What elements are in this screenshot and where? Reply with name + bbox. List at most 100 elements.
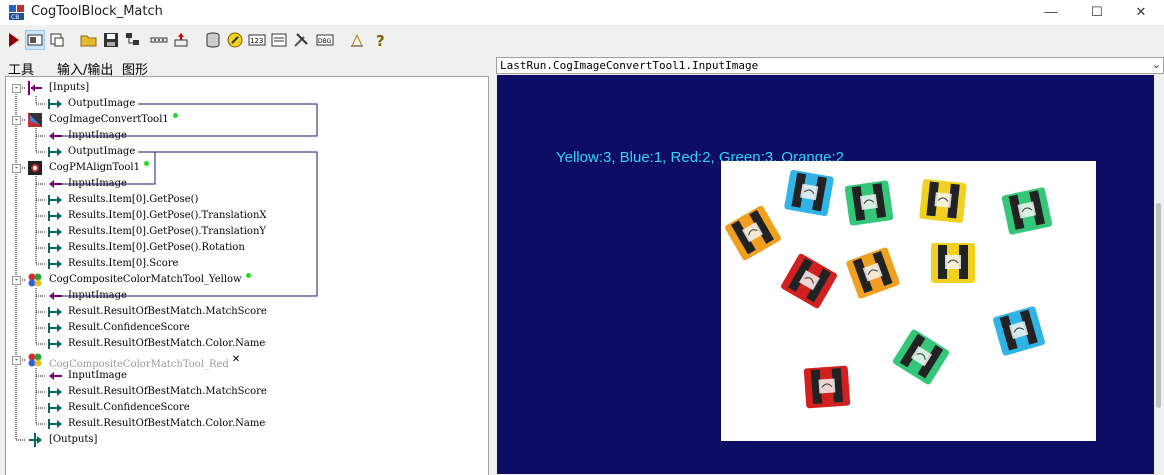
tree-tool-node[interactable]: CogImageConvertTool1 — [49, 112, 178, 128]
status-disabled-icon: ✕ — [231, 354, 241, 365]
tree-node-label: CogImageConvertTool1 — [49, 114, 169, 125]
tree-tool-node[interactable]: CogCompositeColorMatchTool_Red ✕ — [49, 352, 241, 370]
tree-node-label: Result.ResultOfBestMatch.MatchScore — [68, 386, 267, 397]
measure-icon[interactable] — [348, 31, 366, 49]
output-terminal-icon — [48, 323, 62, 333]
tree-node-label: OutputImage — [68, 146, 136, 157]
tree-node-label: OutputImage — [68, 98, 136, 109]
outputs-icon — [29, 433, 42, 447]
fuse-blob — [1001, 187, 1053, 235]
tree-output-terminal[interactable]: Result.ResultOfBestMatch.MatchScore — [68, 384, 267, 400]
display-record-label: LastRun.CogImageConvertTool1.InputImage — [500, 59, 759, 72]
image-area — [721, 161, 1096, 441]
maximize-button[interactable]: ☐ — [1074, 0, 1120, 25]
color-match-tool-icon — [28, 353, 42, 367]
pm-align-tool-icon — [28, 161, 42, 175]
tree-input-terminal[interactable]: InputImage — [68, 368, 127, 384]
tree-output-terminal[interactable]: Result.ResultOfBestMatch.MatchScore — [68, 304, 267, 320]
input-terminal-icon — [49, 180, 62, 188]
output-terminal-icon — [48, 195, 62, 205]
tree-output-terminal[interactable]: OutputImage — [68, 144, 135, 160]
collapse-toggle[interactable]: - — [12, 276, 21, 285]
tree-output-terminal[interactable]: Results.Item[0].Score — [68, 256, 178, 272]
image-convert-tool-icon — [28, 113, 42, 127]
tree-node-label: [Inputs] — [49, 82, 90, 93]
tree-folder-node[interactable]: [Outputs] — [49, 432, 97, 448]
fuse-blob — [803, 365, 851, 409]
tree-output-terminal[interactable]: Result.ResultOfBestMatch.Color.Name — [68, 416, 265, 432]
run-icon[interactable] — [4, 31, 22, 49]
display-selector[interactable]: LastRun.CogImageConvertTool1.InputImage … — [496, 57, 1164, 74]
tree-folder-node[interactable]: [Inputs] — [49, 80, 89, 96]
fuse-blob — [919, 179, 967, 223]
scroll-thumb[interactable] — [1156, 203, 1161, 408]
tree-input-terminal[interactable]: InputImage — [68, 176, 127, 192]
tree-node-label: InputImage — [68, 178, 127, 189]
tree-output-terminal[interactable]: Results.Item[0].GetPose().TranslationY — [68, 224, 266, 240]
window-icon[interactable] — [48, 31, 66, 49]
debug-icon[interactable]: DBG — [316, 31, 334, 49]
tree-input-terminal[interactable]: InputImage — [68, 128, 127, 144]
help-icon[interactable]: ? — [372, 31, 390, 49]
input-terminal-icon — [49, 132, 62, 140]
open-folder-icon[interactable] — [80, 31, 98, 49]
tree-node-label: Result.ConfidenceScore — [68, 322, 190, 333]
collapse-toggle[interactable]: - — [12, 164, 21, 173]
tree-node-label: CogCompositeColorMatchTool_Yellow — [49, 274, 242, 285]
input-terminal-icon — [49, 292, 62, 300]
tree-input-terminal[interactable]: InputImage — [68, 288, 127, 304]
database-icon[interactable] — [204, 31, 222, 49]
tree-output-terminal[interactable]: Result.ConfidenceScore — [68, 400, 190, 416]
tab-bar: 工具 输入/输出 图形 — [0, 57, 495, 79]
collapse-toggle[interactable]: - — [12, 116, 21, 125]
image-display[interactable]: Yellow:3, Blue:1, Red:2, Green:3, Orange… — [497, 75, 1154, 474]
tree-node-label: InputImage — [68, 130, 127, 141]
tree-output-terminal[interactable]: Results.Item[0].GetPose().Rotation — [68, 240, 245, 256]
tree-node-label: InputImage — [68, 370, 127, 381]
input-terminal-icon — [49, 372, 62, 380]
close-button[interactable]: ✕ — [1118, 0, 1164, 25]
tools-icon[interactable] — [292, 31, 310, 49]
fuse-blob — [784, 169, 834, 217]
terminal-icon[interactable] — [150, 31, 168, 49]
output-terminal-icon — [48, 99, 62, 109]
tree-node-label: Results.Item[0].Score — [68, 258, 179, 269]
tree-node-label: [Outputs] — [49, 434, 98, 445]
tree-tool-node[interactable]: CogPMAlignTool1 — [49, 160, 149, 176]
output-terminal-icon — [48, 243, 62, 253]
output-terminal-icon — [48, 211, 62, 221]
tree-node-label: Result.ResultOfBestMatch.MatchScore — [68, 306, 267, 317]
toolbar: 123 DBG ? — [0, 27, 1164, 55]
save-icon[interactable] — [102, 31, 120, 49]
numeric-123-icon[interactable]: 123 — [248, 31, 266, 49]
tree-node-label: Results.Item[0].GetPose().Rotation — [68, 242, 245, 253]
fuse-blob — [931, 243, 975, 283]
minimize-button[interactable]: — — [1028, 0, 1074, 25]
chevron-down-icon[interactable]: ⌄ — [1152, 58, 1161, 71]
script-icon[interactable] — [226, 31, 244, 49]
fuse-blob — [781, 253, 837, 309]
tree-node-label: Results.Item[0].GetPose().TranslationX — [68, 210, 267, 221]
tool-tree-icon[interactable] — [124, 31, 142, 49]
svg-text:CB: CB — [11, 14, 19, 21]
link-icon[interactable] — [172, 31, 190, 49]
vertical-scrollbar[interactable] — [1154, 75, 1164, 474]
display-toggle-icon[interactable] — [25, 30, 45, 50]
form-icon[interactable] — [270, 31, 288, 49]
status-ok-icon — [144, 161, 149, 166]
tree-tool-node[interactable]: CogCompositeColorMatchTool_Yellow — [49, 272, 251, 288]
tree-output-terminal[interactable]: Result.ConfidenceScore — [68, 320, 190, 336]
tool-tree: - [Inputs] OutputImage - CogImageConvertTool… — [5, 76, 489, 475]
tree-node-label: CogPMAlignTool1 — [49, 162, 140, 173]
tree-output-terminal[interactable]: Result.ResultOfBestMatch.Color.Name — [68, 336, 265, 352]
tree-node-label: Result.ConfidenceScore — [68, 402, 190, 413]
tree-output-terminal[interactable]: Results.Item[0].GetPose().TranslationX — [68, 208, 267, 224]
fuse-blob — [892, 329, 950, 385]
fuse-blob — [993, 306, 1045, 356]
collapse-toggle[interactable]: - — [12, 356, 21, 365]
inputs-icon — [28, 81, 42, 95]
collapse-toggle[interactable]: - — [12, 84, 21, 93]
tree-output-terminal[interactable]: Results.Item[0].GetPose() — [68, 192, 198, 208]
output-terminal-icon — [48, 403, 62, 413]
tree-output-terminal[interactable]: OutputImage — [68, 96, 135, 112]
